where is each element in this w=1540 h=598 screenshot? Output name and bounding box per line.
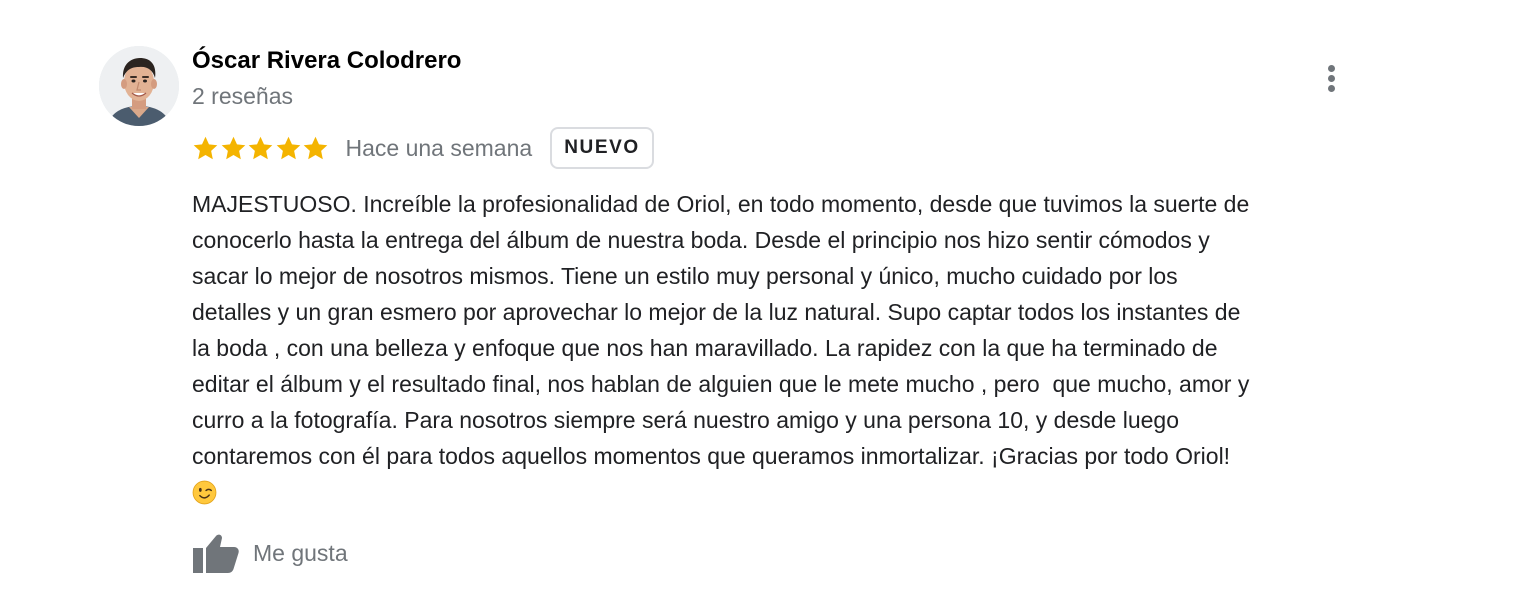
review-text-line: curro a la fotografía. Para nosotros sie… <box>192 407 1180 433</box>
more-options-button[interactable] <box>1316 58 1348 98</box>
review-text-line: editar el álbum y el resultado final, no… <box>192 371 1250 397</box>
review-date: Hace una semana <box>345 134 533 161</box>
review-text-line: la boda , con una belleza y enfoque que … <box>192 335 1218 361</box>
more-vert-icon <box>1328 65 1335 72</box>
avatar-photo <box>99 46 179 126</box>
review-text-line: MAJESTUOSO. Increíble la profesionalidad… <box>192 191 1250 217</box>
review-text-line: detalles y un gran esmero por aprovechar… <box>192 299 1241 325</box>
review-text-line <box>192 474 1402 510</box>
author-name[interactable]: Óscar Rivera Colodrero <box>192 46 461 76</box>
review-text-line: contaremos con él para todos aquellos mo… <box>192 443 1231 469</box>
star-icon <box>276 136 300 159</box>
star-rating <box>192 126 330 170</box>
rating-row: Hace una semana NUEVO <box>192 126 654 170</box>
like-label: Me gusta <box>253 539 348 566</box>
review-card: Óscar Rivera Colodrero 2 reseñas Hace un… <box>0 0 1540 598</box>
star-icon <box>248 136 273 159</box>
avatar[interactable] <box>99 46 179 126</box>
like-button[interactable]: Me gusta <box>192 532 348 574</box>
star-icon <box>221 136 245 159</box>
review-text-line: conocerlo hasta la entrega del álbum de … <box>192 227 1210 253</box>
author-review-count[interactable]: 2 reseñas <box>192 81 293 111</box>
new-badge: NUEVO <box>550 127 654 169</box>
review-text-line: sacar lo mejor de nosotros mismos. Tiene… <box>192 263 1178 289</box>
more-vert-icon-dot <box>1328 75 1335 82</box>
star-icon <box>193 136 218 159</box>
more-vert-icon-dot <box>1328 85 1335 92</box>
star-icon <box>303 136 328 159</box>
thumb-up-icon <box>193 534 239 573</box>
winking-face-icon <box>192 480 217 505</box>
review-text: MAJESTUOSO. Increíble la profesionalidad… <box>192 186 1402 510</box>
